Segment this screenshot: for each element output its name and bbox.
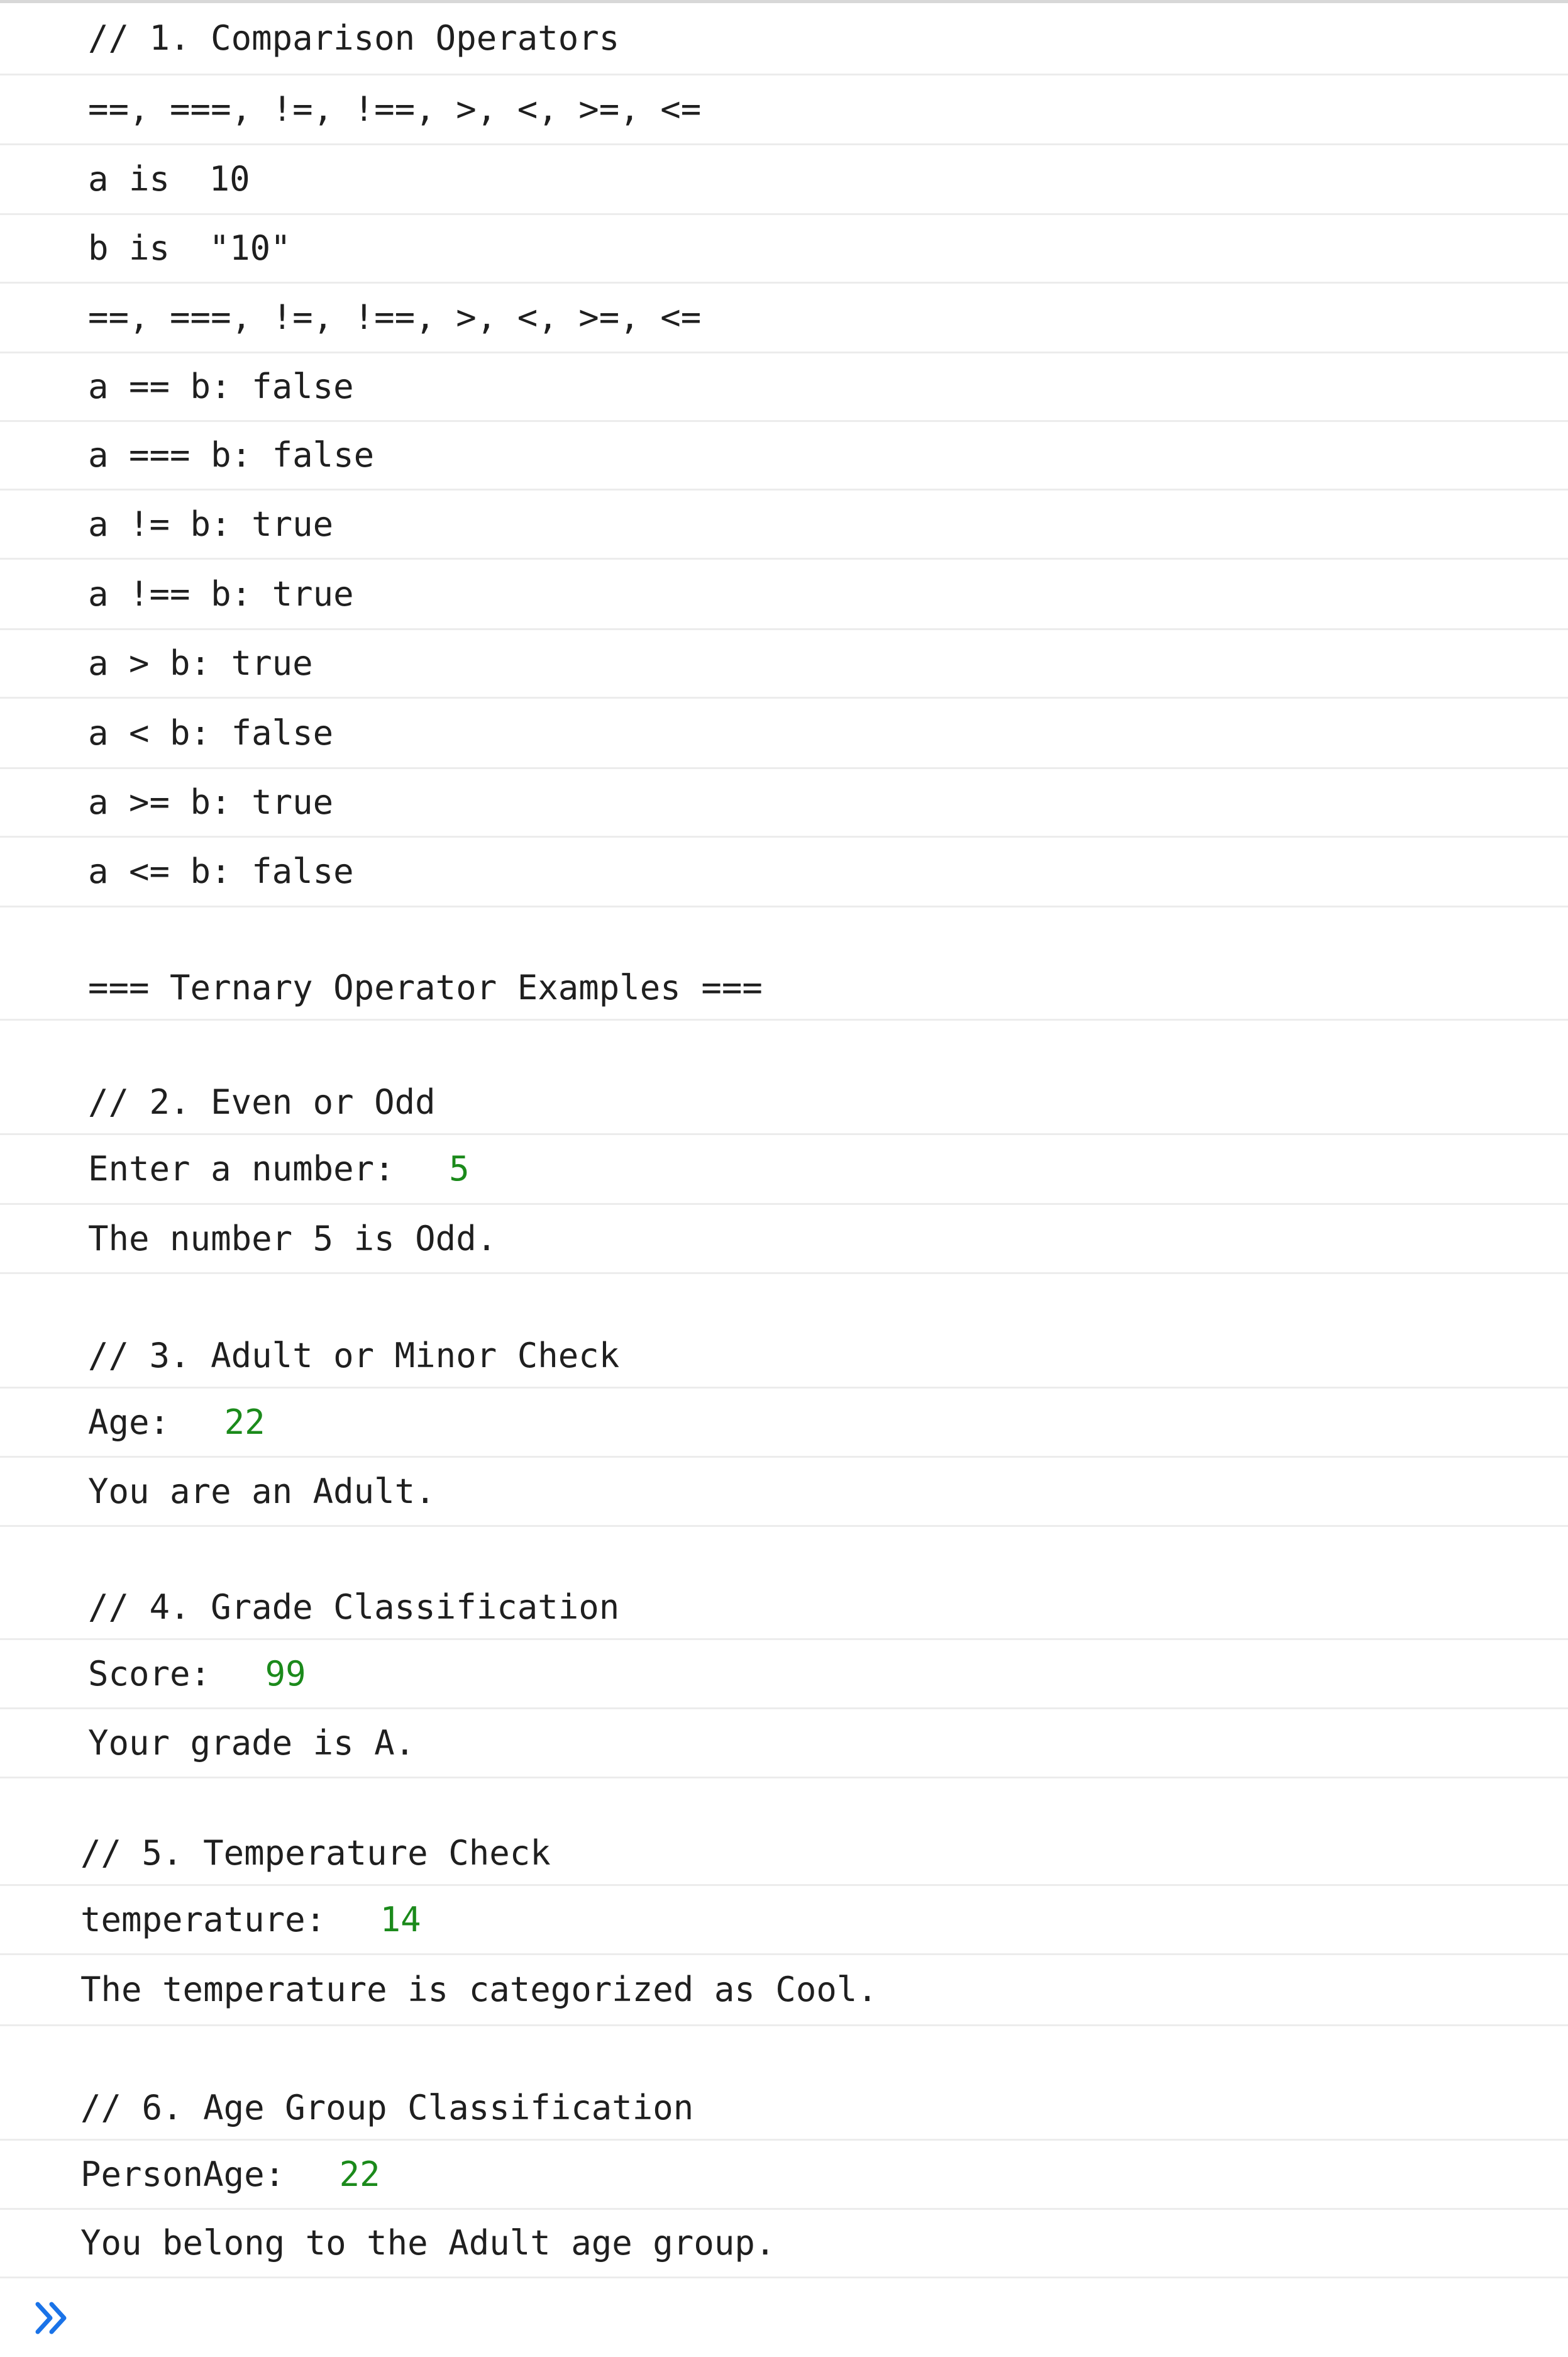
console-line: === Ternary Operator Examples === bbox=[0, 907, 1568, 1021]
log-text: // 2. Even or Odd bbox=[88, 1082, 436, 1122]
console-line: Enter a number: 5 bbox=[0, 1135, 1568, 1205]
log-text: // 5. Temperature Check bbox=[80, 1833, 551, 1873]
console-panel: // 1. Comparison Operators ==, ===, !=, … bbox=[0, 0, 1568, 2354]
console-line: a !== b: true bbox=[0, 560, 1568, 630]
console-line: // 1. Comparison Operators bbox=[0, 3, 1568, 75]
console-line: a <= b: false bbox=[0, 838, 1568, 907]
console-line: Age: 22 bbox=[0, 1389, 1568, 1458]
log-text: Enter a number: bbox=[88, 1149, 416, 1189]
console-line: The temperature is categorized as Cool. bbox=[0, 1955, 1568, 2026]
console-prompt[interactable] bbox=[0, 2278, 1568, 2357]
console-line: PersonAge: 22 bbox=[0, 2141, 1568, 2210]
log-text: The number 5 is Odd. bbox=[88, 1218, 497, 1258]
console-line: a == b: false bbox=[0, 353, 1568, 422]
log-text: ==, ===, !=, !==, >, <, >=, <= bbox=[88, 89, 702, 129]
console-line: a is 10 bbox=[0, 145, 1568, 215]
console-line: You are an Adult. bbox=[0, 1458, 1568, 1527]
log-text: Age: bbox=[88, 1402, 190, 1442]
log-text: === Ternary Operator Examples === bbox=[88, 968, 763, 1007]
console-line: Your grade is A. bbox=[0, 1709, 1568, 1778]
log-text: a === b: false bbox=[88, 435, 375, 475]
log-text: // 6. Age Group Classification bbox=[80, 2088, 694, 2127]
log-text: You belong to the Adult age group. bbox=[80, 2223, 776, 2263]
console-line: // 6. Age Group Classification bbox=[0, 2026, 1568, 2141]
console-line: The number 5 is Odd. bbox=[0, 1205, 1568, 1274]
log-text: temperature: bbox=[80, 1899, 346, 1939]
console-line: a === b: false bbox=[0, 422, 1568, 491]
log-value: 22 bbox=[224, 1402, 265, 1442]
console-line: b is "10" bbox=[0, 215, 1568, 284]
console-line: You belong to the Adult age group. bbox=[0, 2210, 1568, 2278]
console-line: ==, ===, !=, !==, >, <, >=, <= bbox=[0, 284, 1568, 353]
log-text: PersonAge: bbox=[80, 2154, 306, 2194]
log-text: b is bbox=[88, 228, 190, 268]
console-line: ==, ===, !=, !==, >, <, >=, <= bbox=[0, 75, 1568, 145]
console-line: a != b: true bbox=[0, 491, 1568, 560]
console-line: Score: 99 bbox=[0, 1640, 1568, 1709]
console-line: a < b: false bbox=[0, 699, 1568, 769]
log-text: // 3. Adult or Minor Check bbox=[88, 1336, 620, 1375]
console-line: a >= b: true bbox=[0, 769, 1568, 838]
console-line: // 5. Temperature Check bbox=[0, 1778, 1568, 1886]
log-text: a >= b: true bbox=[88, 782, 334, 822]
log-value: "10" bbox=[209, 228, 291, 268]
log-text: a < b: false bbox=[88, 713, 334, 753]
chevron-double-right-icon bbox=[35, 2302, 67, 2334]
log-text: a !== b: true bbox=[88, 574, 354, 614]
log-text: You are an Adult. bbox=[88, 1471, 436, 1511]
log-text: The temperature is categorized as Cool. bbox=[80, 1970, 878, 2009]
log-text: a > b: true bbox=[88, 643, 313, 683]
log-text: Your grade is A. bbox=[88, 1722, 416, 1763]
console-line: a > b: true bbox=[0, 630, 1568, 699]
console-line: temperature: 14 bbox=[0, 1886, 1568, 1955]
console-line: // 3. Adult or Minor Check bbox=[0, 1274, 1568, 1389]
log-value: 5 bbox=[449, 1149, 470, 1189]
log-text: a != b: true bbox=[88, 504, 334, 544]
log-value: 10 bbox=[209, 159, 250, 199]
log-text: a is bbox=[88, 159, 190, 199]
log-text: Score: bbox=[88, 1653, 231, 1694]
console-line: // 4. Grade Classification bbox=[0, 1527, 1568, 1640]
log-text: ==, ===, !=, !==, >, <, >=, <= bbox=[88, 297, 702, 337]
log-value: 99 bbox=[265, 1653, 306, 1694]
console-line: // 2. Even or Odd bbox=[0, 1021, 1568, 1135]
log-text: a == b: false bbox=[88, 367, 354, 406]
log-value: 22 bbox=[339, 2154, 380, 2194]
log-text: // 1. Comparison Operators bbox=[88, 18, 620, 58]
log-text: a <= b: false bbox=[88, 851, 354, 891]
log-value: 14 bbox=[380, 1899, 421, 1939]
log-text: // 4. Grade Classification bbox=[88, 1587, 620, 1627]
